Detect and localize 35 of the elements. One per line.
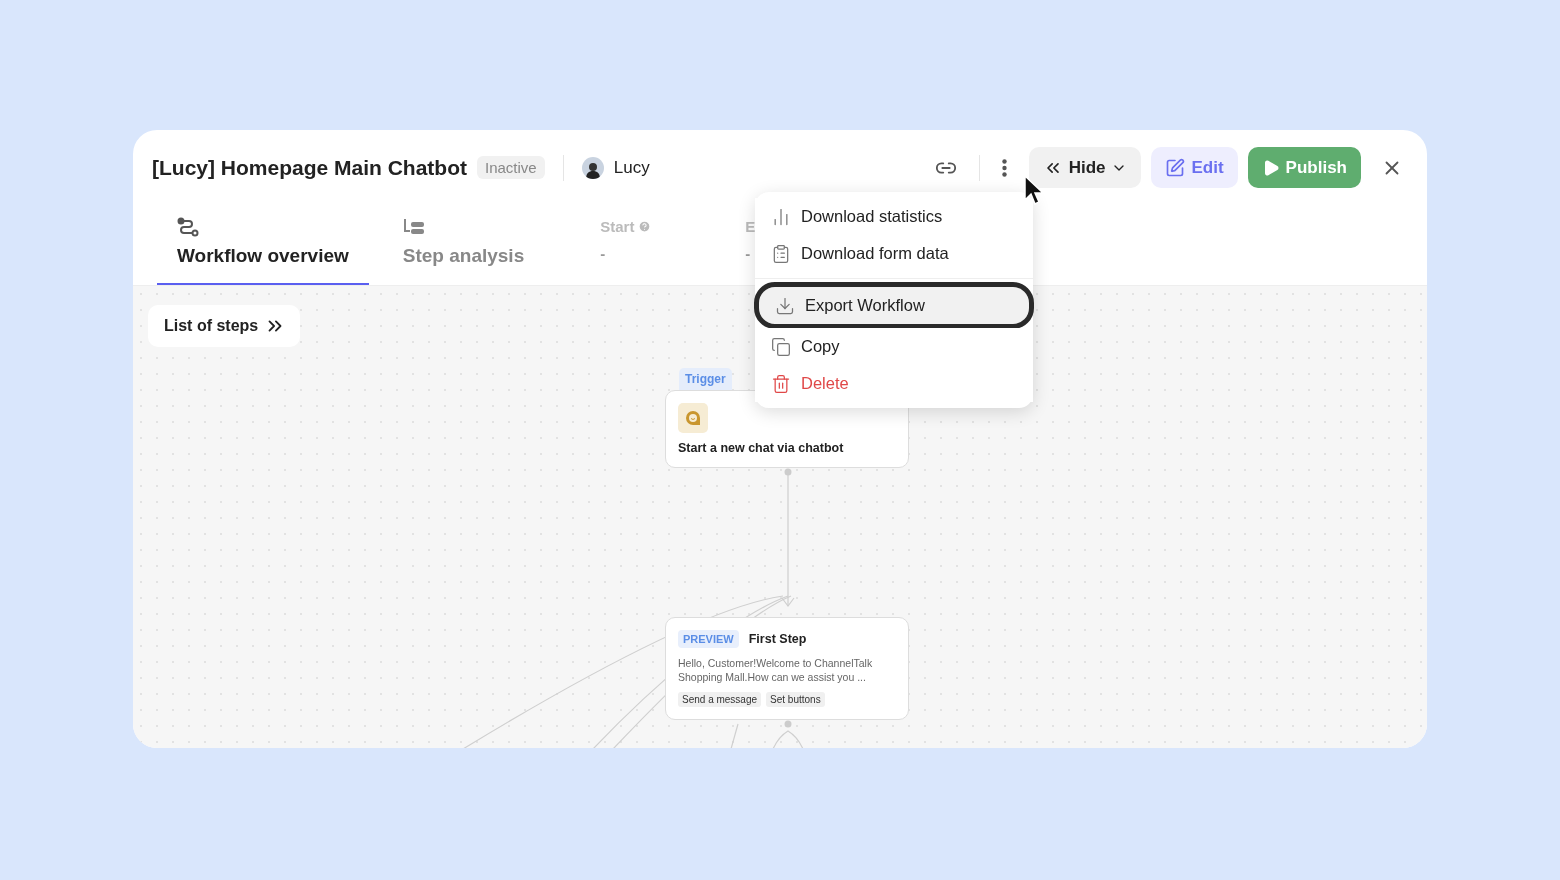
tab[interactable]: Step analysis <box>382 205 545 285</box>
hide-button[interactable]: Hide <box>1028 147 1142 188</box>
download-icon <box>775 295 795 316</box>
menu-item[interactable]: Download form data <box>755 235 1033 272</box>
edit-button[interactable]: Edit <box>1151 147 1238 188</box>
workflow-icon <box>177 217 199 237</box>
step-chip: Set buttons <box>766 692 825 707</box>
menu-item[interactable]: Delete <box>755 365 1033 402</box>
copy-icon <box>771 336 791 357</box>
owner-name: Lucy <box>613 157 650 178</box>
step-chip: Send a message <box>678 692 762 707</box>
stat-label: E <box>745 218 756 235</box>
edit-icon <box>1165 157 1186 178</box>
trash-icon <box>771 373 791 394</box>
step-message: Hello, Customer!Welcome to ChannelTalk Shopping Mall.How can we assist you ... <box>678 656 874 684</box>
workflow-title: [Lucy] Homepage Main Chatbot <box>152 155 467 180</box>
steps-icon <box>402 219 425 237</box>
preview-badge: PREVIEW <box>678 630 739 648</box>
status-badge: Inactive <box>477 156 545 179</box>
stat-label: Start <box>600 218 635 235</box>
chat-icon <box>678 403 708 433</box>
list-of-steps-button[interactable]: List of steps <box>148 305 301 347</box>
avatar <box>581 156 604 179</box>
stat-value: - <box>745 245 751 262</box>
more-icon <box>1001 158 1007 177</box>
stat-value: - <box>600 245 606 262</box>
connection-dot <box>784 720 792 728</box>
menu-item[interactable]: Download statistics <box>755 198 1033 235</box>
menu-item[interactable]: Copy <box>755 328 1033 365</box>
connection-dot <box>784 468 792 476</box>
clipboard-icon <box>771 243 791 264</box>
node-title: First Step <box>748 632 807 646</box>
node-title: Start a new chat via chatbot <box>678 441 845 455</box>
step-node[interactable]: PREVIEW First Step Hello, Customer!Welcome to ChannelTalk Shopping Mall.How can we assist you ... Send a message Set buttons <box>665 617 909 720</box>
trigger-tag: Trigger <box>679 368 732 390</box>
